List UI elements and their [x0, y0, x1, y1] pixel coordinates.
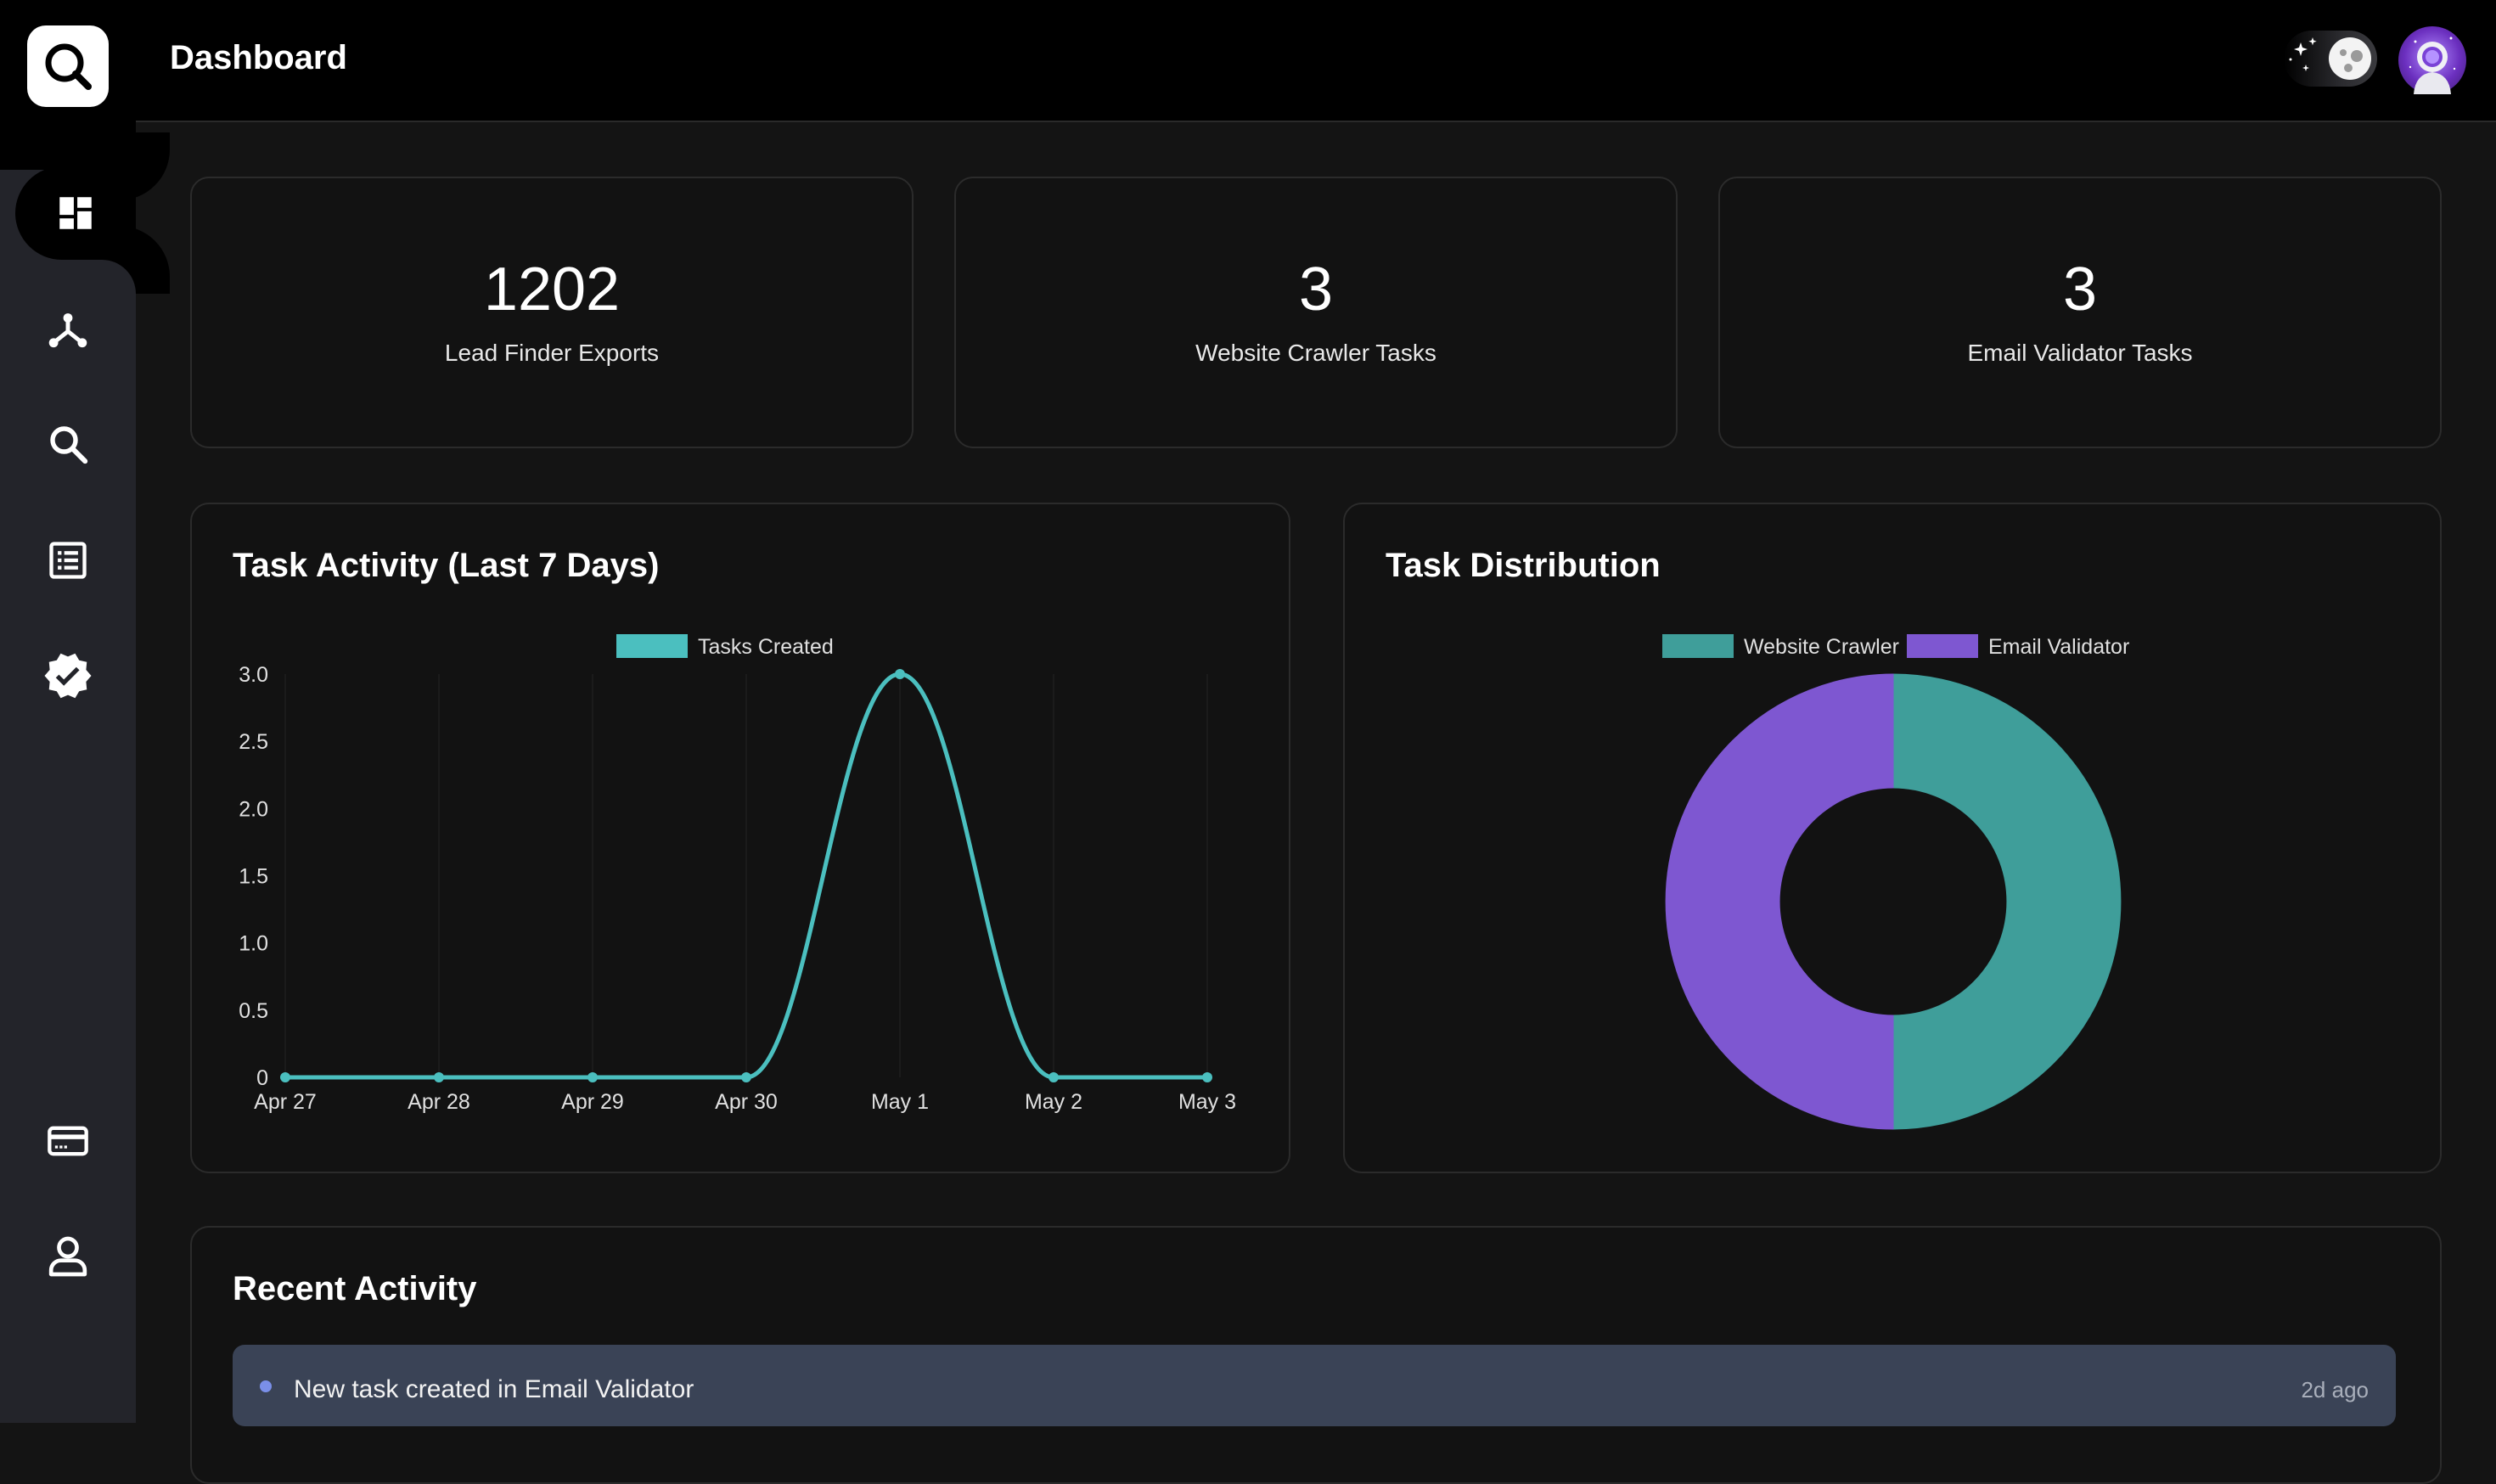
y-tick-label: 2.0: [239, 797, 268, 821]
sidebar-item-account[interactable]: [0, 1210, 136, 1303]
data-point[interactable]: [1048, 1072, 1059, 1082]
status-dot: [260, 1380, 272, 1392]
data-point[interactable]: [895, 669, 905, 679]
data-point[interactable]: [280, 1072, 290, 1082]
stat-label: Website Crawler Tasks: [1195, 340, 1436, 366]
y-tick-label: 3.0: [239, 663, 268, 687]
stat-card-email-validator: 3 Email Validator Tasks: [1718, 177, 2442, 448]
x-tick-label: Apr 30: [715, 1090, 778, 1114]
task-distribution-card: Task Distribution Website Crawler Email V…: [1343, 503, 2442, 1173]
stat-value: 1202: [483, 256, 621, 323]
app-logo[interactable]: [27, 25, 109, 107]
x-tick-label: May 1: [871, 1090, 929, 1114]
astronaut-avatar-icon: [2409, 37, 2456, 94]
x-tick-label: Apr 27: [254, 1090, 317, 1114]
data-point[interactable]: [434, 1072, 444, 1082]
activity-time: 2d ago: [2301, 1377, 2369, 1402]
x-tick-label: Apr 29: [561, 1090, 624, 1114]
task-distribution-chart: Website Crawler Email Validator: [1662, 634, 2129, 1130]
search-logo-icon: [45, 43, 92, 90]
x-tick-label: May 3: [1178, 1090, 1236, 1114]
user-avatar[interactable]: [2398, 26, 2466, 94]
sidebar-item-website-crawler[interactable]: [0, 514, 136, 607]
sidebar-item-email-validator[interactable]: [0, 629, 136, 722]
dashboard-icon: [59, 197, 92, 229]
sidebar-item-integrations[interactable]: [0, 283, 136, 376]
pie-slice[interactable]: [1665, 673, 1894, 1130]
stat-label: Lead Finder Exports: [444, 340, 660, 366]
data-point[interactable]: [587, 1072, 598, 1082]
legend-swatch[interactable]: [1662, 634, 1734, 658]
sidebar-item-dashboard[interactable]: [15, 166, 136, 260]
stat-value: 3: [2062, 256, 2098, 323]
stat-label: Email Validator Tasks: [1967, 340, 2193, 366]
verified-badge-icon: [44, 653, 92, 699]
pie-slice[interactable]: [1892, 673, 2122, 1130]
theme-toggle[interactable]: [2284, 31, 2377, 87]
data-point[interactable]: [741, 1072, 751, 1082]
y-tick-label: 2.5: [239, 730, 268, 754]
network-icon: [48, 313, 87, 348]
stat-value: 3: [1298, 256, 1334, 323]
x-tick-label: Apr 28: [408, 1090, 470, 1114]
sidebar: [0, 0, 136, 1423]
y-tick-label: 0.5: [239, 999, 268, 1023]
legend-label[interactable]: Website Crawler: [1744, 635, 1899, 659]
data-point[interactable]: [1202, 1072, 1212, 1082]
x-tick-label: May 2: [1025, 1090, 1082, 1114]
task-activity-chart: Tasks Created 0 0.5 1.0 1.5 2.0 2.5 3.0 Apr 27…: [239, 634, 1236, 1114]
activity-text: New task created in Email Validator: [294, 1375, 694, 1403]
sidebar-item-lead-finder[interactable]: [0, 397, 136, 491]
list-icon: [49, 542, 87, 579]
task-activity-card: Task Activity (Last 7 Days) Tasks Create…: [190, 503, 1290, 1173]
legend-label[interactable]: Email Validator: [1988, 635, 2129, 659]
night-mode-icon: [2289, 37, 2371, 80]
search-icon: [50, 426, 88, 464]
credit-card-icon: [48, 1126, 88, 1156]
stat-card-website-crawler: 3 Website Crawler Tasks: [954, 177, 1678, 448]
stat-card-lead-finder: 1202 Lead Finder Exports: [190, 177, 914, 448]
legend-swatch[interactable]: [1907, 634, 1978, 658]
sidebar-item-billing[interactable]: [0, 1094, 136, 1188]
legend-swatch[interactable]: [616, 634, 688, 658]
y-tick-label: 1.5: [239, 865, 268, 889]
y-tick-label: 1.0: [239, 932, 268, 956]
page-title: Dashboard: [170, 39, 347, 76]
y-tick-label: 0: [256, 1066, 268, 1090]
section-title: Recent Activity: [233, 1270, 477, 1307]
activity-item[interactable]: New task created in Email Validator 2d a…: [233, 1345, 2396, 1426]
legend-label[interactable]: Tasks Created: [698, 635, 834, 659]
user-icon: [48, 1236, 87, 1277]
top-header: Dashboard: [136, 0, 2496, 122]
recent-activity-card: Recent Activity New task created in Emai…: [190, 1226, 2442, 1484]
